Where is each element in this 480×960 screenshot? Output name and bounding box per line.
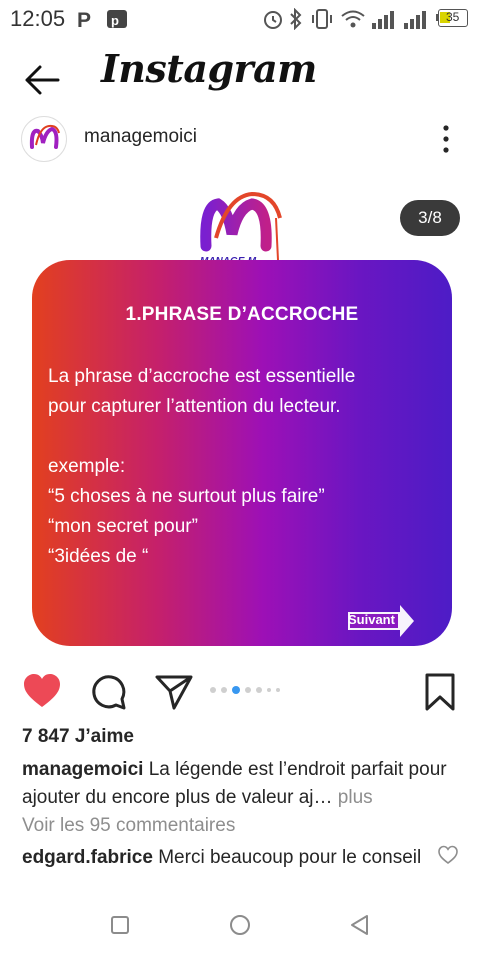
comment-icon[interactable]	[88, 672, 128, 712]
slide-line: La phrase d’accroche est essentielle	[48, 366, 356, 387]
app-icon: p	[107, 10, 127, 28]
carousel-counter: 3/8	[400, 200, 460, 236]
comment-like-icon[interactable]	[437, 844, 459, 866]
caption-more-link[interactable]: plus	[333, 787, 373, 808]
app-title: Instagram	[101, 46, 317, 91]
comment-username[interactable]: edgard.fabrice	[22, 847, 153, 868]
carousel-dot	[221, 687, 227, 693]
post-username[interactable]: managemoici	[84, 126, 197, 148]
slide-line: exemple:	[48, 456, 126, 477]
back-icon[interactable]	[345, 910, 375, 940]
carousel-dot	[256, 687, 262, 693]
slide-line: “3idées de “	[48, 546, 149, 567]
carousel-dot	[276, 688, 280, 692]
brand-logo-icon: MANAGE-M	[200, 191, 282, 267]
comment: edgard.fabrice Merci beaucoup pour le co…	[22, 844, 422, 888]
signal-icon	[404, 11, 426, 29]
svg-text:P: P	[77, 9, 91, 30]
avatar[interactable]	[21, 116, 67, 162]
carousel-dot-active	[232, 686, 240, 694]
likes-count[interactable]: 7 847 J’aime	[22, 726, 134, 748]
comment-text: Merci beaucoup pour le conseil	[152, 847, 422, 868]
battery-level: 35	[446, 10, 460, 24]
recent-apps-icon[interactable]	[105, 910, 135, 940]
share-send-icon[interactable]	[154, 672, 194, 712]
slide-line: “mon secret pour”	[48, 516, 198, 537]
slide-card: 1.PHRASE D’ACCROCHE La phrase d’accroche…	[32, 260, 452, 646]
home-icon[interactable]	[225, 910, 255, 940]
vibrate-icon	[312, 9, 332, 29]
carousel-dot	[267, 688, 271, 692]
brand-logo-icon	[29, 124, 60, 149]
battery-icon: 35	[436, 9, 468, 27]
caption: managemoici La légende est l’endroit par…	[22, 756, 462, 812]
caption-username[interactable]: managemoici	[22, 759, 143, 780]
carousel-dot	[245, 687, 251, 693]
bookmark-icon[interactable]	[420, 672, 460, 712]
wifi-icon	[341, 10, 365, 28]
view-comments-link[interactable]: Voir les 95 commentaires	[22, 815, 235, 837]
action-bar	[0, 668, 480, 714]
carousel-dot	[210, 687, 216, 693]
signal-icon	[372, 11, 394, 29]
parking-icon: P	[77, 9, 91, 30]
post-image[interactable]: MANAGE-M 3/8 1.PHRASE D’ACCROCHE La phra…	[0, 178, 480, 662]
slide-body: La phrase d’accroche est essentielle pou…	[48, 362, 444, 572]
slide-title: 1.PHRASE D’ACCROCHE	[125, 304, 359, 325]
svg-text:p: p	[111, 13, 119, 28]
slide-line: “5 choses à ne surtout plus faire”	[48, 486, 325, 507]
system-nav-bar	[0, 896, 480, 960]
back-arrow-icon[interactable]	[22, 60, 62, 100]
alarm-icon	[264, 11, 282, 29]
status-time: 12:05	[10, 6, 66, 31]
like-heart-icon[interactable]	[22, 672, 62, 712]
more-options-icon[interactable]	[436, 122, 456, 156]
bluetooth-icon	[290, 8, 302, 30]
slide-line: pour capturer l’attention du lecteur.	[48, 396, 341, 417]
app-header: Instagram	[0, 40, 480, 116]
next-button-label: Suivant	[348, 612, 395, 627]
status-bar: 12:05 P p 35	[0, 0, 480, 36]
post-header: managemoici	[0, 114, 480, 164]
